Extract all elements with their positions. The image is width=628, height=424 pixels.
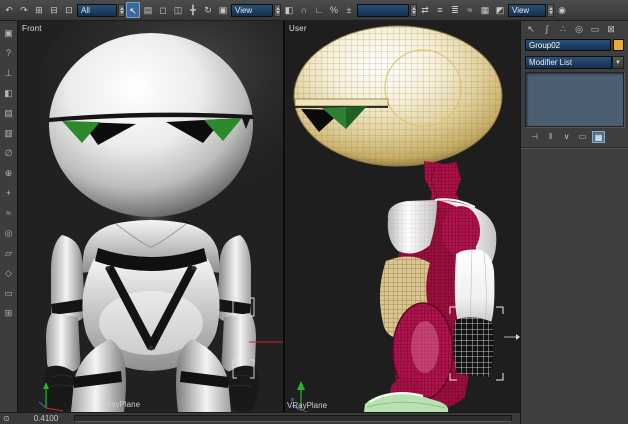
snap-toggle-3d-button[interactable]: ∩	[297, 2, 311, 18]
modifier-list-arrow-icon[interactable]: ▼	[612, 56, 624, 69]
schematic-view-button[interactable]: ▦	[478, 2, 492, 18]
track-bar[interactable]	[74, 415, 512, 422]
left-tool-1-icon[interactable]: ▣	[2, 27, 15, 39]
main-toolbar: ↶ ↷ ⊞ ⊟ ⊡ All ↖ ▤ ◻ ◫ ╋ ↻ ▣ View ◧ ∩ ∟% ± ⇄ ≡ ≣ ≈ ▦ ◩ View ◉	[0, 0, 628, 21]
unlink-selection-button[interactable]: ⊟	[47, 2, 61, 18]
percent-snap-toggle-button[interactable]: %	[327, 2, 341, 18]
reference-coordinate-system-dropdown[interactable]: View	[231, 3, 273, 17]
status-coordinate-value: 0.4100	[33, 414, 59, 423]
redo-button[interactable]: ↷	[17, 2, 31, 18]
render-type-spinner-icon[interactable]	[547, 3, 554, 17]
viewport-front[interactable]: Front VRayPlane	[18, 21, 283, 412]
curve-editor-button[interactable]: ≈	[463, 2, 477, 18]
left-tool-11-icon[interactable]: ◎	[2, 227, 15, 239]
pin-stack-button[interactable]: ⊣	[528, 131, 541, 143]
visor-side-bar	[294, 98, 389, 107]
coordinate-spinner-icon[interactable]	[274, 3, 281, 17]
wireframe-ear-circle	[384, 49, 462, 127]
left-tool-3-icon[interactable]: ⊥	[2, 67, 15, 79]
modify-tab[interactable]: ∫	[540, 23, 554, 35]
named-selection-sets-dropdown[interactable]	[357, 3, 409, 17]
named-selection-spinner-icon[interactable]	[410, 3, 417, 17]
material-editor-button[interactable]: ◩	[493, 2, 507, 18]
selection-filter-spinner-icon[interactable]	[118, 3, 125, 17]
bind-to-space-warp-button[interactable]: ⊡	[62, 2, 76, 18]
hierarchy-tab[interactable]: ∴	[556, 23, 570, 35]
show-end-result-button[interactable]: ‖	[544, 131, 557, 143]
configure-modifier-sets-button[interactable]: ▦	[592, 131, 605, 143]
object-name-field[interactable]: Group02	[525, 39, 611, 51]
command-panel: ↖ ∫ ∴ ◎ ▭ ⊠ Group02 Modifier List ▼ ⊣ ‖ ∨ ▭ ▦	[520, 21, 628, 424]
selection-filter-dropdown[interactable]: All	[77, 3, 117, 17]
3ds-max-window: ↶ ↷ ⊞ ⊟ ⊡ All ↖ ▤ ◻ ◫ ╋ ↻ ▣ View ◧ ∩ ∟% ± ⇄ ≡ ≣ ≈ ▦ ◩ View ◉ ▣? ⊥ ◧…	[0, 0, 628, 424]
object-label-vrayplane-user: VRayPlane	[287, 401, 328, 410]
use-pivot-point-center-button[interactable]: ◧	[282, 2, 296, 18]
left-toolbar: ▣? ⊥ ◧ ▤ ▥ ∅ ⊕ + ≈ ◎ ▱ ◇ ▭ ⊞	[0, 21, 18, 412]
remove-modifier-button[interactable]: ▭	[576, 131, 589, 143]
viewport-user[interactable]: User VRayPlane	[285, 21, 520, 412]
select-and-scale-button[interactable]: ▣	[216, 2, 230, 18]
command-panel-tabs: ↖ ∫ ∴ ◎ ▭ ⊠	[521, 21, 628, 36]
left-tool-10-icon[interactable]: ≈	[2, 207, 15, 219]
align-button[interactable]: ≡	[433, 2, 447, 18]
status-lock-icon[interactable]: ⊙	[3, 414, 10, 423]
left-tool-help-icon[interactable]: ?	[2, 47, 15, 59]
status-bar: ⊙ 0.4100	[0, 412, 520, 424]
left-tool-4-icon[interactable]: ◧	[2, 87, 15, 99]
left-tool-14-icon[interactable]: ▭	[2, 287, 15, 299]
select-by-name-button[interactable]: ▤	[141, 2, 155, 18]
front-viewport-canvas[interactable]	[18, 21, 283, 412]
left-tool-15-icon[interactable]: ⊞	[2, 307, 15, 319]
viewport-label-user[interactable]: User	[289, 24, 307, 33]
left-tool-7-icon[interactable]: ∅	[2, 147, 15, 159]
viewport-label-front[interactable]: Front	[22, 24, 42, 33]
user-viewport-canvas[interactable]	[285, 21, 520, 412]
make-unique-button[interactable]: ∨	[560, 131, 573, 143]
modifier-list-dropdown[interactable]: Modifier List	[525, 56, 612, 69]
panel-divider	[521, 147, 628, 149]
spinner-snap-toggle-button[interactable]: ±	[342, 2, 356, 18]
left-tool-13-icon[interactable]: ◇	[2, 267, 15, 279]
select-and-link-button[interactable]: ⊞	[32, 2, 46, 18]
render-type-dropdown[interactable]: View	[508, 3, 546, 17]
window-crossing-button[interactable]: ◫	[171, 2, 185, 18]
select-and-move-button[interactable]: ╋	[186, 2, 200, 18]
object-color-swatch[interactable]	[613, 39, 624, 51]
render-button[interactable]: ◉	[555, 2, 569, 18]
left-tool-12-icon[interactable]: ▱	[2, 247, 15, 259]
display-tab[interactable]: ▭	[588, 23, 602, 35]
undo-button[interactable]: ↶	[2, 2, 16, 18]
left-tool-6-icon[interactable]: ▥	[2, 127, 15, 139]
hand-selected-wireframe[interactable]	[453, 317, 494, 377]
left-tool-9-icon[interactable]: +	[2, 187, 15, 199]
motion-tab[interactable]: ◎	[572, 23, 586, 35]
utilities-tab[interactable]: ⊠	[604, 23, 618, 35]
layer-manager-button[interactable]: ≣	[448, 2, 462, 18]
modifier-stack-list[interactable]	[525, 72, 624, 127]
left-tool-5-icon[interactable]: ▤	[2, 107, 15, 119]
rectangular-selection-region-button[interactable]: ◻	[156, 2, 170, 18]
mirror-button[interactable]: ⇄	[418, 2, 432, 18]
select-object-button[interactable]: ↖	[126, 2, 140, 18]
select-and-rotate-button[interactable]: ↻	[201, 2, 215, 18]
object-label-vrayplane-front: VRayPlane	[100, 400, 141, 409]
modifier-stack-buttons: ⊣ ‖ ∨ ▭ ▦	[521, 127, 628, 143]
angle-snap-toggle-button[interactable]: ∟	[312, 2, 326, 18]
left-tool-8-icon[interactable]: ⊕	[2, 167, 15, 179]
create-tab[interactable]: ↖	[524, 23, 538, 35]
